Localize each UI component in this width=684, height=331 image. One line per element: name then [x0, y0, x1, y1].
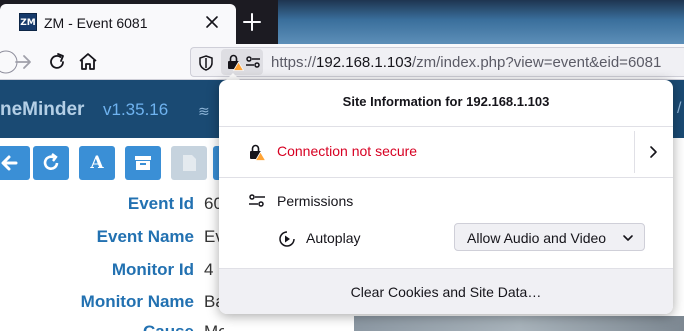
tab-title: ZM - Event 6081	[44, 15, 148, 31]
close-icon[interactable]	[202, 12, 222, 32]
autoplay-icon	[279, 231, 295, 247]
tracking-protection-shield-icon[interactable]	[197, 54, 215, 72]
divider	[219, 177, 673, 178]
url-host: 192.168.1.103	[316, 54, 412, 71]
font-icon: A	[90, 153, 104, 173]
url-text[interactable]: https://192.168.1.103/zm/index.php?view=…	[271, 54, 661, 71]
header-menu-icon[interactable]: /	[677, 100, 681, 118]
cause-value: Motion	[204, 322, 224, 331]
site-information-panel: Site Information for 192.168.1.103 Conne…	[219, 80, 673, 314]
back-arrow-icon	[1, 155, 18, 171]
url-path: /zm/index.php?view=event&eid=6081	[411, 54, 662, 71]
monitor-id-label: Monitor Id	[111, 260, 194, 279]
back-arrow-button[interactable]	[0, 146, 30, 180]
download-icon	[183, 155, 196, 171]
font-button[interactable]: A	[79, 146, 115, 180]
url-bar[interactable]: https://192.168.1.103/zm/index.php?view=…	[190, 47, 684, 77]
url-scheme: https://	[271, 54, 317, 71]
tab-strip: ZM ZM - Event 6081	[0, 0, 684, 44]
site-identity-button[interactable]	[221, 49, 263, 75]
panel-title: Site Information for 192.168.1.103	[342, 94, 550, 109]
permissions-sliders-icon	[246, 56, 260, 68]
chevron-down-icon	[623, 235, 633, 241]
event-id-label: Event Id	[127, 194, 194, 213]
permissions-heading: Permissions	[277, 193, 354, 209]
monitor-name-label: Monitor Name	[80, 292, 194, 311]
forward-icon[interactable]	[11, 50, 35, 74]
archive-button[interactable]	[125, 146, 161, 180]
app-brand[interactable]: neMinder	[0, 99, 84, 121]
download-button[interactable]	[171, 146, 207, 180]
cause-label: Cause	[143, 322, 194, 331]
wifi-icon: ≋	[198, 103, 210, 119]
event-video-frame[interactable]	[354, 316, 684, 331]
row-divider	[634, 131, 635, 173]
refresh-icon	[43, 153, 59, 170]
autoplay-label: Autoplay	[306, 230, 361, 246]
tab-zm-event[interactable]: ZM ZM - Event 6081	[0, 4, 236, 44]
connection-security-row[interactable]: Connection not secure	[219, 127, 673, 177]
new-tab-plus-icon[interactable]	[240, 10, 264, 34]
reload-icon[interactable]	[45, 50, 69, 74]
event-name-label: Event Name	[96, 227, 194, 246]
refresh-button[interactable]	[33, 146, 69, 180]
insecure-lock-icon	[228, 54, 244, 71]
home-icon[interactable]	[76, 50, 100, 74]
clear-cookies-label: Clear Cookies and Site Data…	[350, 284, 542, 300]
insecure-lock-warning-icon	[250, 144, 266, 161]
archive-icon	[135, 156, 151, 170]
permissions-sliders-icon	[249, 194, 265, 207]
zm-favicon-icon: ZM	[19, 13, 37, 31]
background-window	[278, 0, 684, 44]
navigation-toolbar: https://192.168.1.103/zm/index.php?view=…	[0, 44, 684, 80]
chevron-right-icon[interactable]	[645, 143, 661, 161]
app-version[interactable]: v1.35.16	[103, 100, 168, 120]
connection-status-text: Connection not secure	[277, 143, 418, 159]
autoplay-dropdown[interactable]: Allow Audio and Video	[454, 223, 645, 251]
autoplay-selected-value: Allow Audio and Video	[467, 230, 607, 246]
clear-cookies-button[interactable]: Clear Cookies and Site Data…	[219, 269, 673, 314]
